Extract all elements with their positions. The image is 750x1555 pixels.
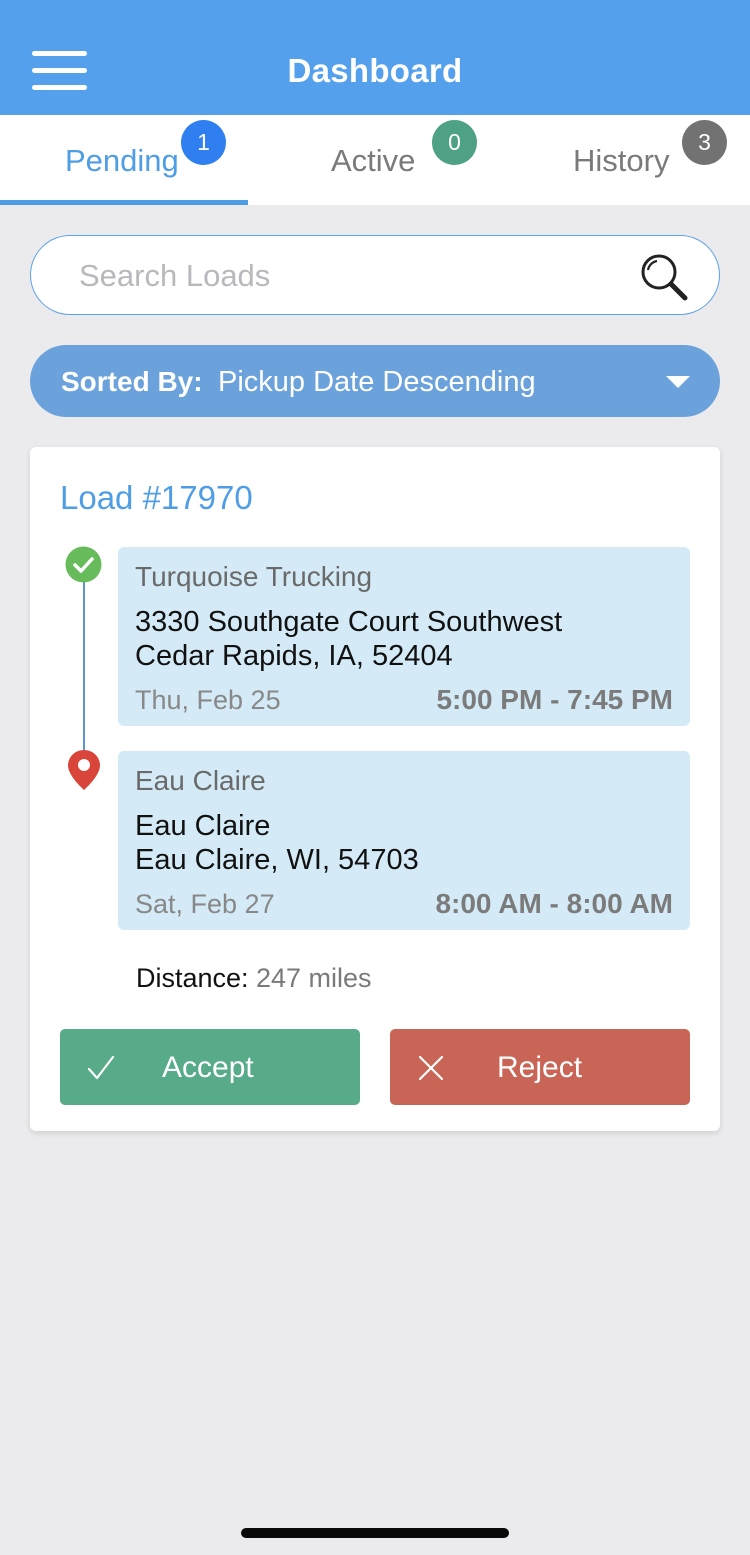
pending-count-badge: 1 (181, 120, 226, 165)
load-card[interactable]: Load #17970 Turquoise Trucking 3330 Sout… (30, 447, 720, 1131)
stop-address-line1: Eau Claire (135, 810, 271, 842)
app-header: Dashboard (0, 0, 750, 115)
active-count-badge: 0 (432, 120, 477, 165)
tab-bar: Pending 1 Active 0 History 3 (0, 115, 750, 205)
map-pin-icon (68, 750, 100, 790)
home-indicator[interactable] (241, 1528, 509, 1538)
stop-date: Thu, Feb 25 (135, 685, 281, 715)
checkmark-icon (87, 1055, 115, 1080)
stop-time-window: 5:00 PM - 7:45 PM (436, 684, 673, 715)
stop-name: Turquoise Trucking (135, 561, 373, 592)
sort-dropdown[interactable]: Sorted By: Pickup Date Descending (30, 345, 720, 417)
sort-selected-value: Pickup Date Descending (218, 366, 536, 398)
tab-history-label: History (573, 143, 670, 178)
search-bar (30, 235, 720, 315)
distance-value: 247 miles (256, 963, 372, 993)
tab-history[interactable]: History 3 (500, 115, 750, 205)
tab-active[interactable]: Active 0 (250, 115, 500, 205)
active-tab-indicator (0, 200, 248, 205)
accept-button[interactable]: Accept (60, 1029, 360, 1105)
stop-address-line2: Eau Claire, WI, 54703 (135, 844, 419, 876)
magnifier-icon[interactable] (638, 251, 690, 303)
distance-label: Distance: (136, 963, 249, 993)
search-input[interactable] (79, 254, 639, 298)
accept-button-label: Accept (162, 1051, 254, 1084)
page-title: Dashboard (287, 52, 463, 89)
close-icon (418, 1055, 444, 1081)
dropoff-stop[interactable]: Eau Claire Eau Claire Eau Claire, WI, 54… (118, 751, 690, 930)
load-title: Load #17970 (60, 479, 253, 516)
tab-pending[interactable]: Pending 1 (0, 115, 250, 205)
reject-button-label: Reject (497, 1051, 583, 1084)
stop-address-line1: 3330 Southgate Court Southwest (135, 606, 563, 638)
pickup-stop[interactable]: Turquoise Trucking 3330 Southgate Court … (118, 547, 690, 726)
route-line (83, 579, 85, 775)
tab-active-label: Active (331, 143, 416, 178)
check-circle-icon (65, 546, 102, 583)
stop-address-line2: Cedar Rapids, IA, 52404 (135, 640, 453, 672)
caret-down-icon (666, 376, 690, 388)
tab-pending-label: Pending (65, 143, 179, 178)
stop-date: Sat, Feb 27 (135, 889, 275, 919)
reject-button[interactable]: Reject (390, 1029, 690, 1105)
stop-time-window: 8:00 AM - 8:00 AM (435, 888, 673, 919)
stop-name: Eau Claire (135, 765, 266, 796)
sort-prefix-label: Sorted By: (61, 366, 203, 397)
history-count-badge: 3 (682, 120, 727, 165)
